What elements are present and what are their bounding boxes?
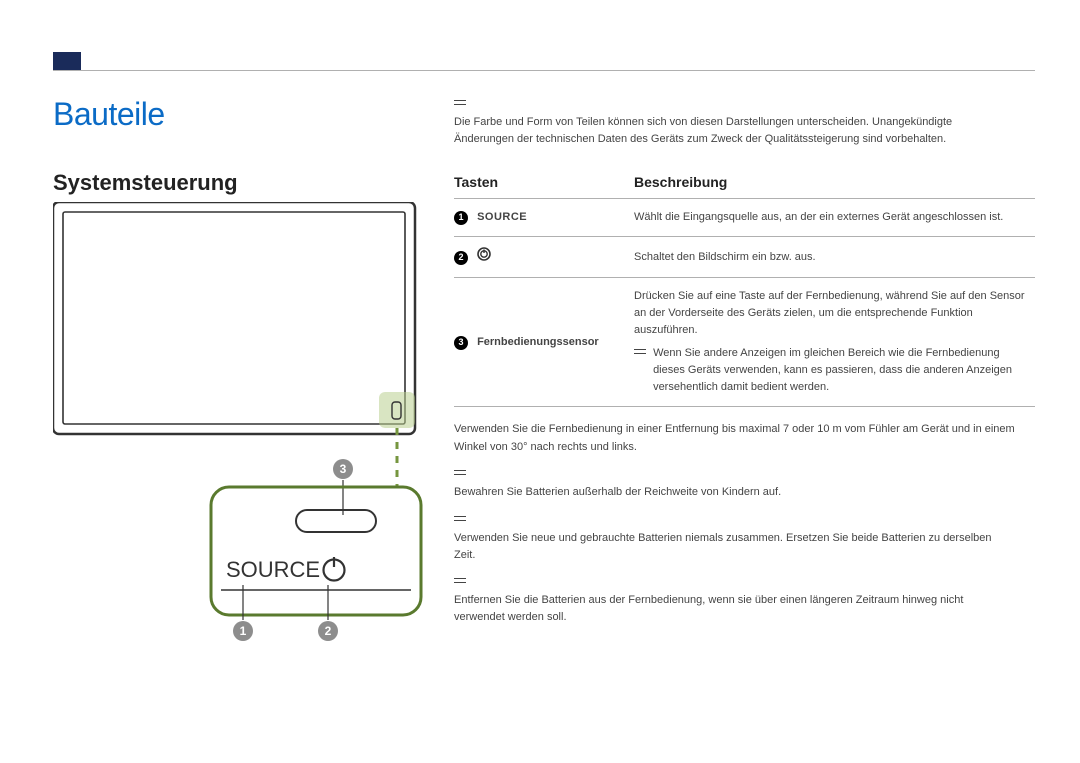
disclaimer: Die Farbe und Form von Teilen können sic… (454, 96, 1035, 148)
desc-2: Schaltet den Bildschirm ein bzw. aus. (634, 237, 1035, 278)
disclaimer-text: Die Farbe und Form von Teilen können sic… (454, 114, 1015, 148)
diagram-source-label: SOURCE (226, 557, 320, 582)
callout-2: 2 (325, 624, 332, 638)
bullet-1: Bewahren Sie Batterien außerhalb der Rei… (454, 484, 1015, 501)
desc-3-note: Wenn Sie andere Anzeigen im gleichen Ber… (653, 345, 1034, 396)
key-num-1: 1 (454, 211, 468, 225)
page-title: Bauteile (53, 96, 165, 133)
buttons-table: Tasten Beschreibung 1 SOURCE Wählt die E… (454, 166, 1035, 407)
th-beschreibung: Beschreibung (634, 166, 1035, 199)
table-row: 1 SOURCE Wählt die Eingangsquelle aus, a… (454, 199, 1035, 237)
note-dash-icon (454, 466, 470, 482)
desc-3: Drücken Sie auf eine Taste auf der Fernb… (634, 288, 1035, 339)
power-icon (477, 247, 491, 267)
right-column: Die Farbe und Form von Teilen können sic… (454, 96, 1035, 636)
blue-accent (53, 52, 81, 70)
key-num-3: 3 (454, 336, 468, 350)
system-control-diagram: 3 SOURCE 1 2 (53, 202, 423, 642)
table-row: 3 Fernbedienungssensor Drücken Sie auf e… (454, 278, 1035, 407)
note-dash-icon (454, 574, 470, 590)
diagram-svg: 3 SOURCE 1 2 (53, 202, 423, 642)
th-tasten: Tasten (454, 166, 634, 199)
remote-distance-note: Verwenden Sie die Fernbedienung in einer… (454, 421, 1035, 455)
bullet-2: Verwenden Sie neue und gebrauchte Batter… (454, 530, 1015, 564)
notes-block: Verwenden Sie die Fernbedienung in einer… (454, 421, 1035, 625)
table-row: 2 Schaltet den Bildschirm ein bzw. aus. (454, 237, 1035, 278)
desc-1: Wählt die Eingangsquelle aus, an der ein… (634, 199, 1035, 237)
bullet-3: Entfernen Sie die Batterien aus der Fern… (454, 592, 1015, 626)
key-fb-label: Fernbedienungssensor (477, 336, 599, 348)
note-dash-icon (634, 345, 650, 356)
section-title: Systemsteuerung (53, 170, 238, 196)
key-num-2: 2 (454, 251, 468, 265)
note-dash-icon (454, 96, 470, 112)
key-source-label: SOURCE (477, 211, 527, 223)
callout-3: 3 (340, 462, 347, 476)
callout-1: 1 (240, 624, 247, 638)
top-rule (53, 70, 1035, 71)
note-dash-icon (454, 512, 470, 528)
